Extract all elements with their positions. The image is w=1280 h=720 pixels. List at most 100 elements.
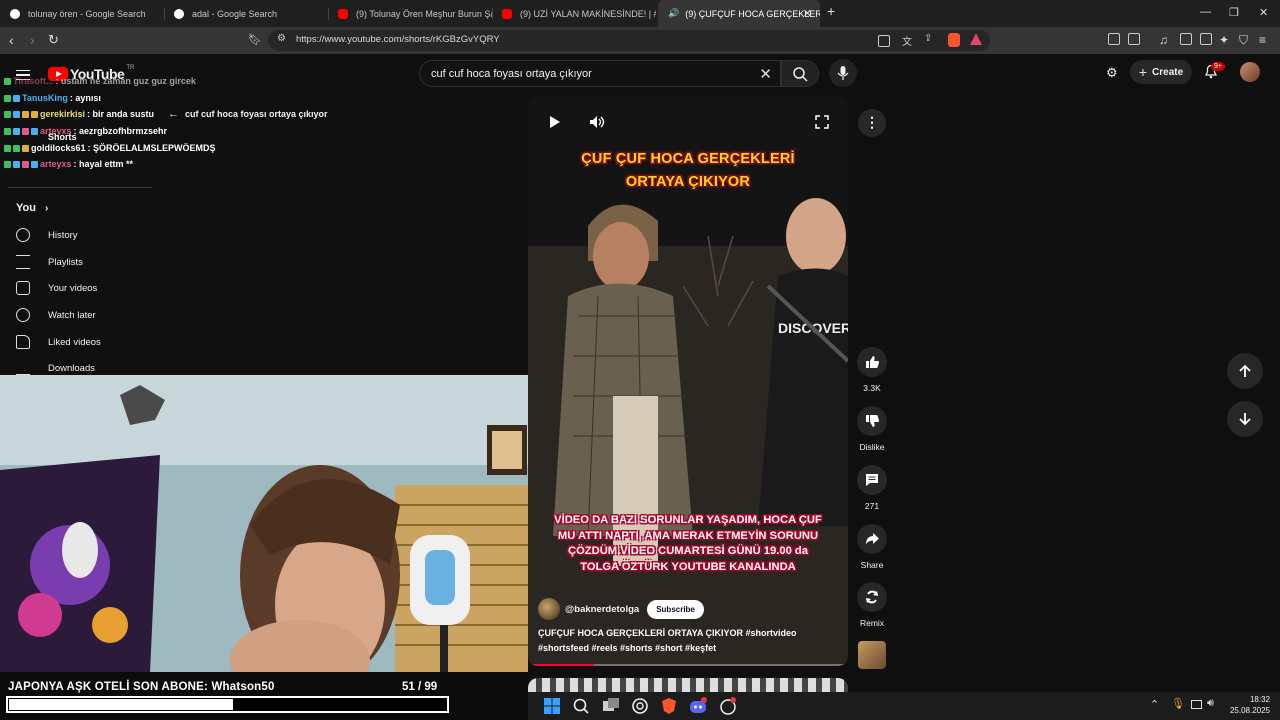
new-tab-button[interactable]: + bbox=[827, 3, 835, 19]
browser-tab[interactable]: (9) Tolunay Ören Meşhur Burun Şakal bbox=[328, 0, 492, 27]
translate-icon[interactable]: 文 bbox=[902, 33, 912, 48]
show-hidden-icons[interactable]: ⌃ bbox=[1150, 698, 1159, 711]
watch-later-icon bbox=[16, 308, 30, 322]
discord-icon[interactable] bbox=[689, 697, 707, 715]
voice-search-button[interactable] bbox=[829, 59, 857, 87]
chat-username: TanusKing bbox=[22, 93, 68, 103]
play-icon bbox=[550, 116, 560, 128]
sidebar-item-history[interactable]: History bbox=[16, 225, 78, 245]
chat-message: arteyxs : hayal ettm ** bbox=[4, 157, 133, 171]
account-avatar[interactable] bbox=[1240, 62, 1260, 82]
task-view-icon[interactable] bbox=[602, 697, 620, 715]
comments-button[interactable]: 271 bbox=[854, 465, 890, 511]
shorts-video-player[interactable]: DISCOVER ÇUF ÇUF HOCA GERÇEKLERİ ORTAYA … bbox=[528, 96, 848, 666]
youtube-icon bbox=[502, 8, 512, 19]
forward-icon[interactable]: › bbox=[30, 32, 35, 48]
leo-ai-icon[interactable]: ✦ bbox=[1219, 32, 1229, 48]
chat-badge-icon bbox=[22, 110, 29, 118]
subscribe-button[interactable]: Subscribe bbox=[647, 599, 704, 619]
chevron-right-icon: › bbox=[45, 203, 49, 214]
chat-badge-icon bbox=[4, 144, 11, 152]
dislike-button[interactable]: Dislike bbox=[854, 406, 890, 452]
microphone-tray-icon[interactable]: 🎙︎ bbox=[1171, 697, 1185, 710]
search-input[interactable]: cuf cuf hoca foyası ortaya çıkıyor bbox=[431, 68, 592, 80]
cast-icon[interactable]: ⚙ bbox=[1106, 65, 1118, 81]
sidebar-divider bbox=[8, 187, 152, 188]
site-info-icon[interactable]: ⚙ bbox=[277, 33, 286, 44]
sidebar-toggle-icon[interactable] bbox=[1180, 33, 1192, 45]
chat-badge-icon bbox=[13, 127, 20, 135]
app-icon[interactable] bbox=[719, 697, 737, 715]
share-page-icon[interactable]: ⇪ bbox=[924, 33, 932, 44]
media-icon[interactable]: ♫ bbox=[1159, 32, 1168, 48]
clear-search-icon[interactable]: ✕ bbox=[759, 65, 772, 83]
chat-message: goldilocks61 : ŞÖRÖELALMSLEPWÖEMDŞ bbox=[4, 141, 216, 155]
remix-button[interactable]: Remix bbox=[854, 582, 890, 628]
share-label: Share bbox=[860, 560, 884, 570]
sub-goal-count: 51 / 99 bbox=[402, 681, 438, 693]
channel-name[interactable]: @baknerdetolga bbox=[565, 604, 639, 615]
back-icon[interactable]: ‹ bbox=[9, 32, 14, 48]
close-tab-icon[interactable]: ✕ bbox=[803, 7, 812, 20]
browser-tab[interactable]: tolunay ören - Google Search bbox=[0, 0, 164, 27]
sidebar-item-watch-later[interactable]: Watch later bbox=[16, 305, 96, 325]
video-progress-bar[interactable] bbox=[532, 664, 844, 666]
brave-rewards-icon[interactable] bbox=[970, 33, 982, 45]
create-label: Create bbox=[1152, 66, 1184, 78]
search-box[interactable]: cuf cuf hoca foyası ortaya çıkıyor ✕ bbox=[419, 60, 781, 87]
more-options-button[interactable]: ⋮ bbox=[858, 109, 886, 137]
brave-browser-icon[interactable] bbox=[660, 697, 678, 715]
chatgpt-icon[interactable] bbox=[631, 697, 649, 715]
brave-shields-icon[interactable] bbox=[948, 33, 960, 47]
search-history-suggestion[interactable]: ← cuf cuf hoca foyası ortaya çıkıyor bbox=[168, 107, 328, 121]
wallet-icon[interactable] bbox=[1200, 33, 1212, 45]
browser-tab-active[interactable]: 🔊 (9) ÇUFÇUF HOCA GERÇEKLERİ ✕ bbox=[658, 0, 820, 27]
address-bar[interactable]: ⚙ https://www.youtube.com/shorts/rKGBzGv… bbox=[268, 30, 990, 51]
network-icon[interactable] bbox=[1191, 700, 1202, 709]
next-short-button[interactable] bbox=[1227, 401, 1263, 437]
channel-avatar[interactable] bbox=[538, 598, 560, 620]
fullscreen-button[interactable] bbox=[815, 115, 829, 134]
tab-title: tolunay ören - Google Search bbox=[28, 8, 146, 19]
browser-tab-bar: tolunay ören - Google Search adal - Goog… bbox=[0, 0, 1280, 27]
video-description[interactable]: ÇUFÇUF HOCA GERÇEKLERİ ORTAYA ÇIKIYOR #s… bbox=[538, 626, 843, 656]
screen-icon[interactable] bbox=[878, 35, 890, 47]
thumbs-up-icon bbox=[866, 356, 879, 368]
sidebar-item-label: Watch later bbox=[48, 309, 96, 321]
sidebar-you-header[interactable]: You › bbox=[16, 202, 48, 214]
windows-taskbar: ⌃ 🎙︎ 🔊︎ 18:32 25.08.2025 bbox=[528, 692, 1280, 720]
volume-button[interactable] bbox=[589, 115, 605, 134]
share-button[interactable]: Share bbox=[854, 524, 890, 570]
sound-thumbnail[interactable] bbox=[858, 641, 886, 669]
vpn-icon[interactable]: ⛉ bbox=[1239, 32, 1248, 48]
previous-short-button[interactable] bbox=[1227, 353, 1263, 389]
suggestion-text: cuf cuf hoca foyası ortaya çıkıyor bbox=[185, 109, 328, 119]
sidebar-item-playlists[interactable]: Playlists bbox=[16, 252, 83, 272]
sidebar-item-your-videos[interactable]: Your videos bbox=[16, 278, 97, 298]
like-button[interactable]: 3.3K bbox=[854, 347, 890, 393]
menu-icon[interactable]: ≡ bbox=[1259, 32, 1266, 48]
bookmark-icon[interactable]: 🔖︎ bbox=[248, 32, 262, 48]
clock[interactable]: 18:32 25.08.2025 bbox=[1230, 694, 1270, 716]
chat-username: arteyxs bbox=[40, 159, 72, 169]
browser-tab[interactable]: (9) UZİ YALAN MAKİNESİNDE! | #PEM bbox=[492, 0, 656, 27]
search-button[interactable] bbox=[781, 60, 819, 87]
chat-username: goldilocks61 bbox=[31, 143, 86, 153]
volume-tray-icon[interactable]: 🔊︎ bbox=[1207, 697, 1214, 710]
close-window-icon[interactable]: ✕ bbox=[1259, 6, 1268, 19]
windows-start-icon[interactable] bbox=[543, 697, 561, 715]
next-short-preview[interactable] bbox=[528, 678, 848, 692]
restore-icon[interactable]: ❐ bbox=[1229, 6, 1239, 19]
chat-badge-icon bbox=[4, 110, 11, 118]
screenshot-icon[interactable] bbox=[1128, 33, 1140, 45]
taskbar-search-icon[interactable] bbox=[572, 697, 590, 715]
extensions-icon[interactable] bbox=[1108, 33, 1120, 45]
minimize-icon[interactable]: — bbox=[1200, 6, 1211, 18]
sidebar-item-liked-videos[interactable]: Liked videos bbox=[16, 332, 101, 352]
browser-tab[interactable]: adal - Google Search bbox=[164, 0, 328, 27]
create-button[interactable]: + Create bbox=[1130, 60, 1192, 84]
play-button[interactable] bbox=[548, 114, 562, 135]
video-progress-fill bbox=[532, 664, 595, 666]
reload-icon[interactable]: ↻ bbox=[48, 32, 59, 48]
remix-label: Remix bbox=[859, 618, 885, 628]
